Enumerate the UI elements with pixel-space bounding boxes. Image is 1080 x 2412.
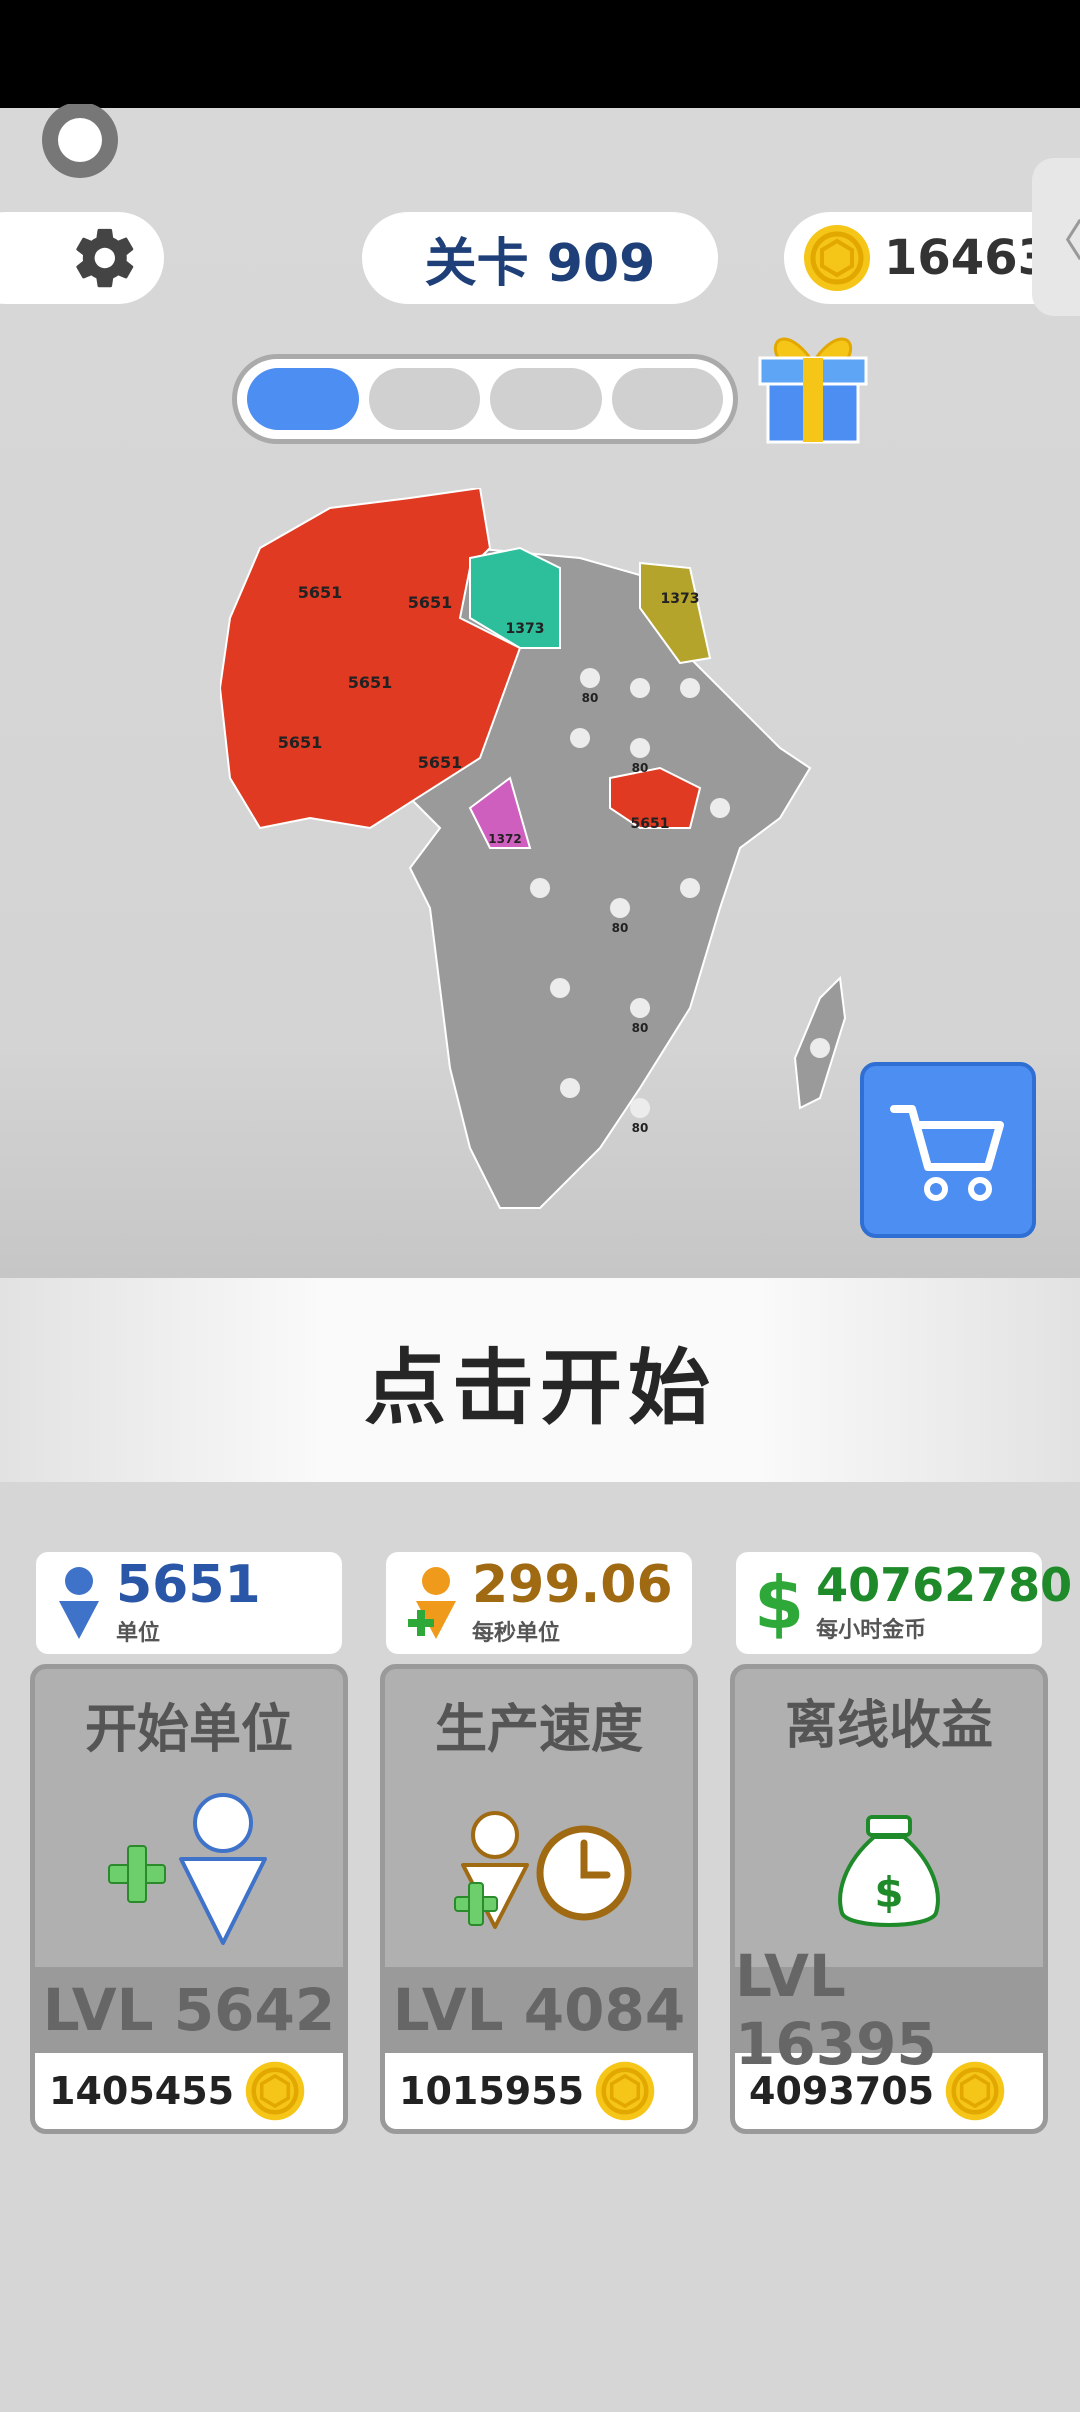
neutral-unit-dot <box>810 1038 830 1058</box>
per-second-value: 299.06 <box>472 1555 673 1615</box>
territory-label: 5651 <box>408 593 453 612</box>
coin-icon <box>245 2061 305 2121</box>
upgrade-level: LVL 5642 <box>35 1967 343 2053</box>
profile-circle[interactable] <box>30 104 170 188</box>
level-text: 关卡 909 <box>424 233 656 294</box>
neutral-unit-dot <box>630 678 650 698</box>
units-stat: 5651 单位 <box>36 1552 342 1654</box>
territory-label: 1373 <box>506 621 545 637</box>
svg-text:$: $ <box>874 1868 903 1917</box>
upgrade-card-production-speed[interactable]: 生产速度 LVL 4084 1015955 <box>380 1664 698 2134</box>
production-person-icon <box>408 1567 456 1639</box>
neutral-unit-dot <box>630 998 650 1018</box>
add-unit-icon <box>108 1793 267 1945</box>
per-hour-stat: $ 40762780 每小时金币 <box>736 1552 1072 1654</box>
tap-to-start-text: 点击开始 <box>363 1340 716 1436</box>
upgrade-level: LVL 4084 <box>385 1967 693 2053</box>
territory-map[interactable]: 5651 5651 5651 5651 5651 5651 1373 1373 … <box>218 486 870 1228</box>
per-second-stat: 299.06 每秒单位 <box>386 1552 692 1654</box>
ring-icon <box>42 104 118 178</box>
upgrade-cost-value: 1405455 <box>49 2069 235 2113</box>
territory-label: 1372 <box>488 832 521 846</box>
chevron-left-icon: 〈 <box>1040 216 1080 267</box>
territory-label: 5651 <box>418 753 463 772</box>
neutral-unit-dot <box>630 1098 650 1118</box>
unit-person-icon <box>59 1567 99 1639</box>
neutral-unit-dot <box>560 1078 580 1098</box>
territory-label: 80 <box>632 1121 649 1135</box>
upgrade-art: $ <box>735 1779 1043 1967</box>
coin-icon <box>945 2061 1005 2121</box>
territory-label: 5651 <box>631 816 670 832</box>
dollar-icon: $ <box>754 1561 805 1645</box>
coin-amount: 16463 <box>884 230 1051 286</box>
upgrade-card-start-units[interactable]: 开始单位 LVL 5642 1405455 <box>30 1664 348 2134</box>
upgrade-level: LVL 16395 <box>735 1942 1043 2078</box>
upgrade-art <box>385 1779 693 1967</box>
africa-map[interactable]: 5651 5651 5651 5651 5651 5651 1373 1373 … <box>218 486 870 1228</box>
cart-icon <box>890 1105 1004 1201</box>
territory-label: 80 <box>632 1021 649 1035</box>
money-bag-icon: $ <box>838 1815 940 1927</box>
gift-button[interactable] <box>748 318 878 448</box>
settings-gear-icon <box>76 228 134 288</box>
per-hour-value: 40762780 <box>816 1558 1073 1612</box>
upgrade-cost-value: 1015955 <box>399 2069 585 2113</box>
territory-label: 5651 <box>298 583 343 602</box>
neutral-unit-dot <box>680 878 700 898</box>
level-progress-bar <box>232 354 738 444</box>
progress-segment <box>611 368 723 430</box>
progress-segment <box>490 368 602 430</box>
neutral-unit-dot <box>530 878 550 898</box>
territory-label: 5651 <box>348 673 393 692</box>
neutral-unit-dot <box>610 898 630 918</box>
neutral-unit-dot <box>550 978 570 998</box>
per-second-label: 每秒单位 <box>472 1621 561 1646</box>
status-bar <box>0 0 1080 108</box>
per-hour-label: 每小时金币 <box>816 1618 927 1643</box>
gift-icon <box>758 337 868 444</box>
production-speed-icon <box>454 1811 632 1929</box>
upgrade-art <box>35 1779 343 1967</box>
upgrade-title: 生产速度 <box>434 1699 643 1760</box>
upgrade-cost[interactable]: 1015955 <box>385 2053 693 2129</box>
neutral-unit-dot <box>570 728 590 748</box>
coin-icon <box>595 2061 655 2121</box>
units-label: 单位 <box>116 1621 161 1646</box>
neutral-unit-dot <box>680 678 700 698</box>
upgrade-cost[interactable]: 1405455 <box>35 2053 343 2129</box>
shop-cart-button[interactable] <box>860 1062 1036 1238</box>
upgrade-cost-value: 4093705 <box>749 2069 935 2113</box>
coin-icon <box>804 225 870 291</box>
territory-label: 80 <box>632 761 649 775</box>
progress-segment <box>368 368 480 430</box>
progress-segment <box>247 368 359 430</box>
neutral-unit-dot <box>710 798 730 818</box>
territory-label: 80 <box>612 921 629 935</box>
upgrade-card-offline-earnings[interactable]: 离线收益 $ LVL 16395 4093705 <box>730 1664 1048 2134</box>
territory-label: 1373 <box>661 591 700 607</box>
side-drawer-tab[interactable]: 〈 <box>1032 158 1080 316</box>
tap-to-start-banner[interactable]: 点击开始 <box>0 1278 1080 1482</box>
level-indicator: 关卡 909 <box>362 212 718 304</box>
upgrade-title: 开始单位 <box>84 1699 293 1760</box>
neutral-unit-dot <box>630 738 650 758</box>
settings-button[interactable] <box>0 212 164 304</box>
territory-label: 80 <box>582 691 599 705</box>
units-value: 5651 <box>116 1555 261 1615</box>
neutral-unit-dot <box>580 668 600 688</box>
territory-label: 5651 <box>278 733 323 752</box>
upgrade-title: 离线收益 <box>784 1696 993 1756</box>
